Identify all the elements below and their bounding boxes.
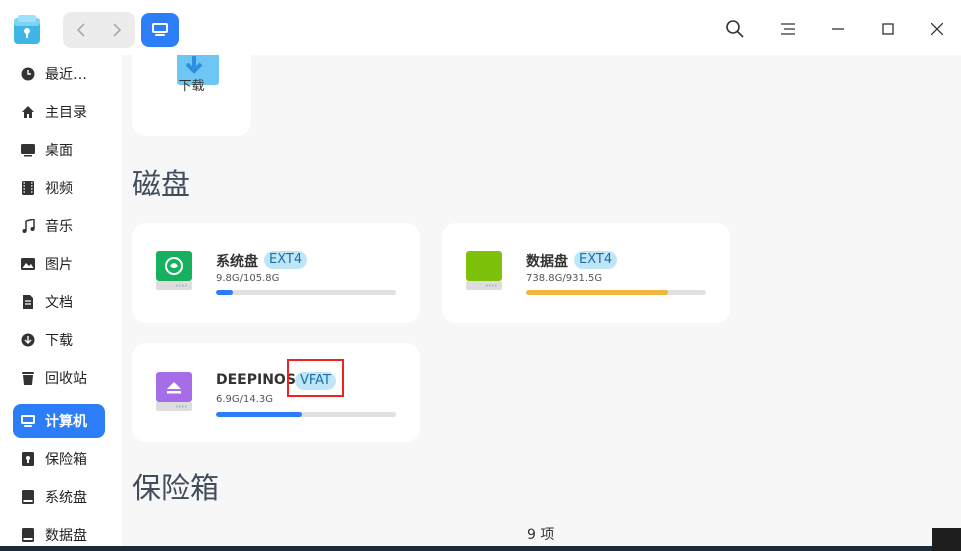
sidebar-item-label: 系统盘 — [45, 490, 87, 506]
sidebar-item-system-disk[interactable]: 系统盘 — [13, 480, 105, 514]
back-button[interactable] — [63, 12, 99, 48]
disk-icon — [20, 527, 36, 543]
sidebar: 最近… 主目录 桌面 视频 音乐 图片 文档 下载 回收站 计算机 保险箱 系统… — [0, 55, 122, 546]
close-button[interactable] — [924, 16, 950, 42]
download-icon — [20, 332, 36, 348]
disk-size: 738.8G/931.5G — [526, 273, 603, 284]
disk-usage-bar — [216, 290, 396, 295]
menu-button[interactable] — [775, 16, 801, 42]
disk-card-system[interactable]: 系统盘 EXT4 9.8G/105.8G — [132, 223, 420, 323]
sidebar-item-recent[interactable]: 最近… — [13, 57, 105, 91]
titlebar — [0, 0, 961, 55]
sidebar-item-label: 图片 — [45, 257, 73, 273]
document-icon — [20, 294, 36, 310]
navigation-group — [63, 12, 135, 48]
maximize-icon — [882, 23, 894, 35]
video-icon — [20, 180, 36, 196]
sidebar-item-pictures[interactable]: 图片 — [13, 247, 105, 281]
sidebar-item-label: 计算机 — [45, 414, 87, 430]
disk-name: 数据盘 — [526, 254, 568, 270]
filesystem-badge: EXT4 — [574, 251, 618, 269]
forward-button[interactable] — [99, 12, 135, 48]
sidebar-item-label: 主目录 — [45, 105, 87, 121]
main-content: 下载 磁盘 系统盘 EXT4 9.8G/105.8G 数据盘 EXT4 738.… — [122, 55, 961, 546]
computer-icon — [152, 23, 168, 36]
vault-section-title: 保险箱 — [132, 471, 220, 505]
sidebar-item-computer[interactable]: 计算机 — [13, 404, 105, 438]
maximize-button[interactable] — [875, 16, 901, 42]
desktop-background-corner — [932, 528, 961, 551]
minimize-button[interactable] — [825, 16, 851, 42]
item-count-status: 9 项 — [527, 527, 555, 543]
minimize-icon — [832, 28, 844, 30]
picture-icon — [20, 256, 36, 272]
disk-usage-fill — [216, 412, 303, 417]
disk-card-deepinos[interactable]: DEEPINOS VFAT 6.9G/14.3G — [132, 343, 420, 442]
disk-size: 6.9G/14.3G — [216, 394, 274, 405]
file-manager-window: 最近… 主目录 桌面 视频 音乐 图片 文档 下载 回收站 计算机 保险箱 系统… — [0, 0, 961, 546]
search-icon — [726, 20, 744, 38]
disk-size: 9.8G/105.8G — [216, 273, 280, 284]
home-icon — [20, 104, 36, 120]
search-button[interactable] — [722, 16, 748, 42]
sidebar-item-label: 下载 — [45, 333, 73, 349]
chevron-left-icon — [76, 23, 85, 37]
sidebar-item-label: 数据盘 — [45, 528, 87, 544]
disk-usage-bar — [526, 290, 706, 295]
sidebar-item-label: 桌面 — [45, 143, 73, 159]
system-disk-icon — [156, 251, 192, 297]
disk-card-data[interactable]: 数据盘 EXT4 738.8G/931.5G — [442, 223, 730, 323]
vault-icon — [20, 451, 36, 467]
disks-section-title: 磁盘 — [132, 167, 191, 201]
folder-card-downloads[interactable]: 下载 — [132, 55, 251, 136]
breadcrumb-computer-button[interactable] — [141, 13, 179, 47]
clock-icon — [20, 66, 36, 82]
sidebar-item-label: 音乐 — [45, 219, 73, 235]
sidebar-item-music[interactable]: 音乐 — [13, 209, 105, 243]
sidebar-item-label: 保险箱 — [45, 452, 87, 468]
filesystem-badge: EXT4 — [264, 251, 308, 269]
highlight-box — [287, 359, 344, 397]
sidebar-item-downloads[interactable]: 下载 — [13, 323, 105, 357]
disk-usage-fill — [216, 290, 233, 295]
sidebar-item-documents[interactable]: 文档 — [13, 285, 105, 319]
sidebar-item-label: 视频 — [45, 181, 73, 197]
computer-icon — [20, 413, 36, 429]
removable-disk-icon — [156, 372, 192, 418]
sidebar-item-home[interactable]: 主目录 — [13, 95, 105, 129]
music-icon — [20, 218, 36, 234]
sidebar-item-vault[interactable]: 保险箱 — [13, 442, 105, 476]
menu-icon — [781, 23, 795, 35]
sidebar-item-desktop[interactable]: 桌面 — [13, 133, 105, 167]
disk-name: 系统盘 — [216, 254, 258, 270]
disk-icon — [20, 489, 36, 505]
sidebar-item-data-disk[interactable]: 数据盘 — [13, 518, 105, 546]
data-disk-icon — [466, 251, 502, 297]
sidebar-item-trash[interactable]: 回收站 — [13, 361, 105, 395]
sidebar-item-videos[interactable]: 视频 — [13, 171, 105, 205]
sidebar-item-label: 最近… — [45, 67, 87, 83]
sidebar-item-label: 回收站 — [45, 371, 87, 387]
close-icon — [931, 23, 943, 35]
folder-label: 下载 — [178, 79, 205, 94]
disk-usage-bar — [216, 412, 396, 417]
sidebar-item-label: 文档 — [45, 295, 73, 311]
trash-icon — [20, 370, 36, 386]
chevron-right-icon — [113, 23, 122, 37]
app-logo — [14, 15, 40, 45]
disk-usage-fill — [526, 290, 669, 295]
desktop-icon — [20, 142, 36, 158]
disk-name: DEEPINOS — [216, 372, 296, 388]
